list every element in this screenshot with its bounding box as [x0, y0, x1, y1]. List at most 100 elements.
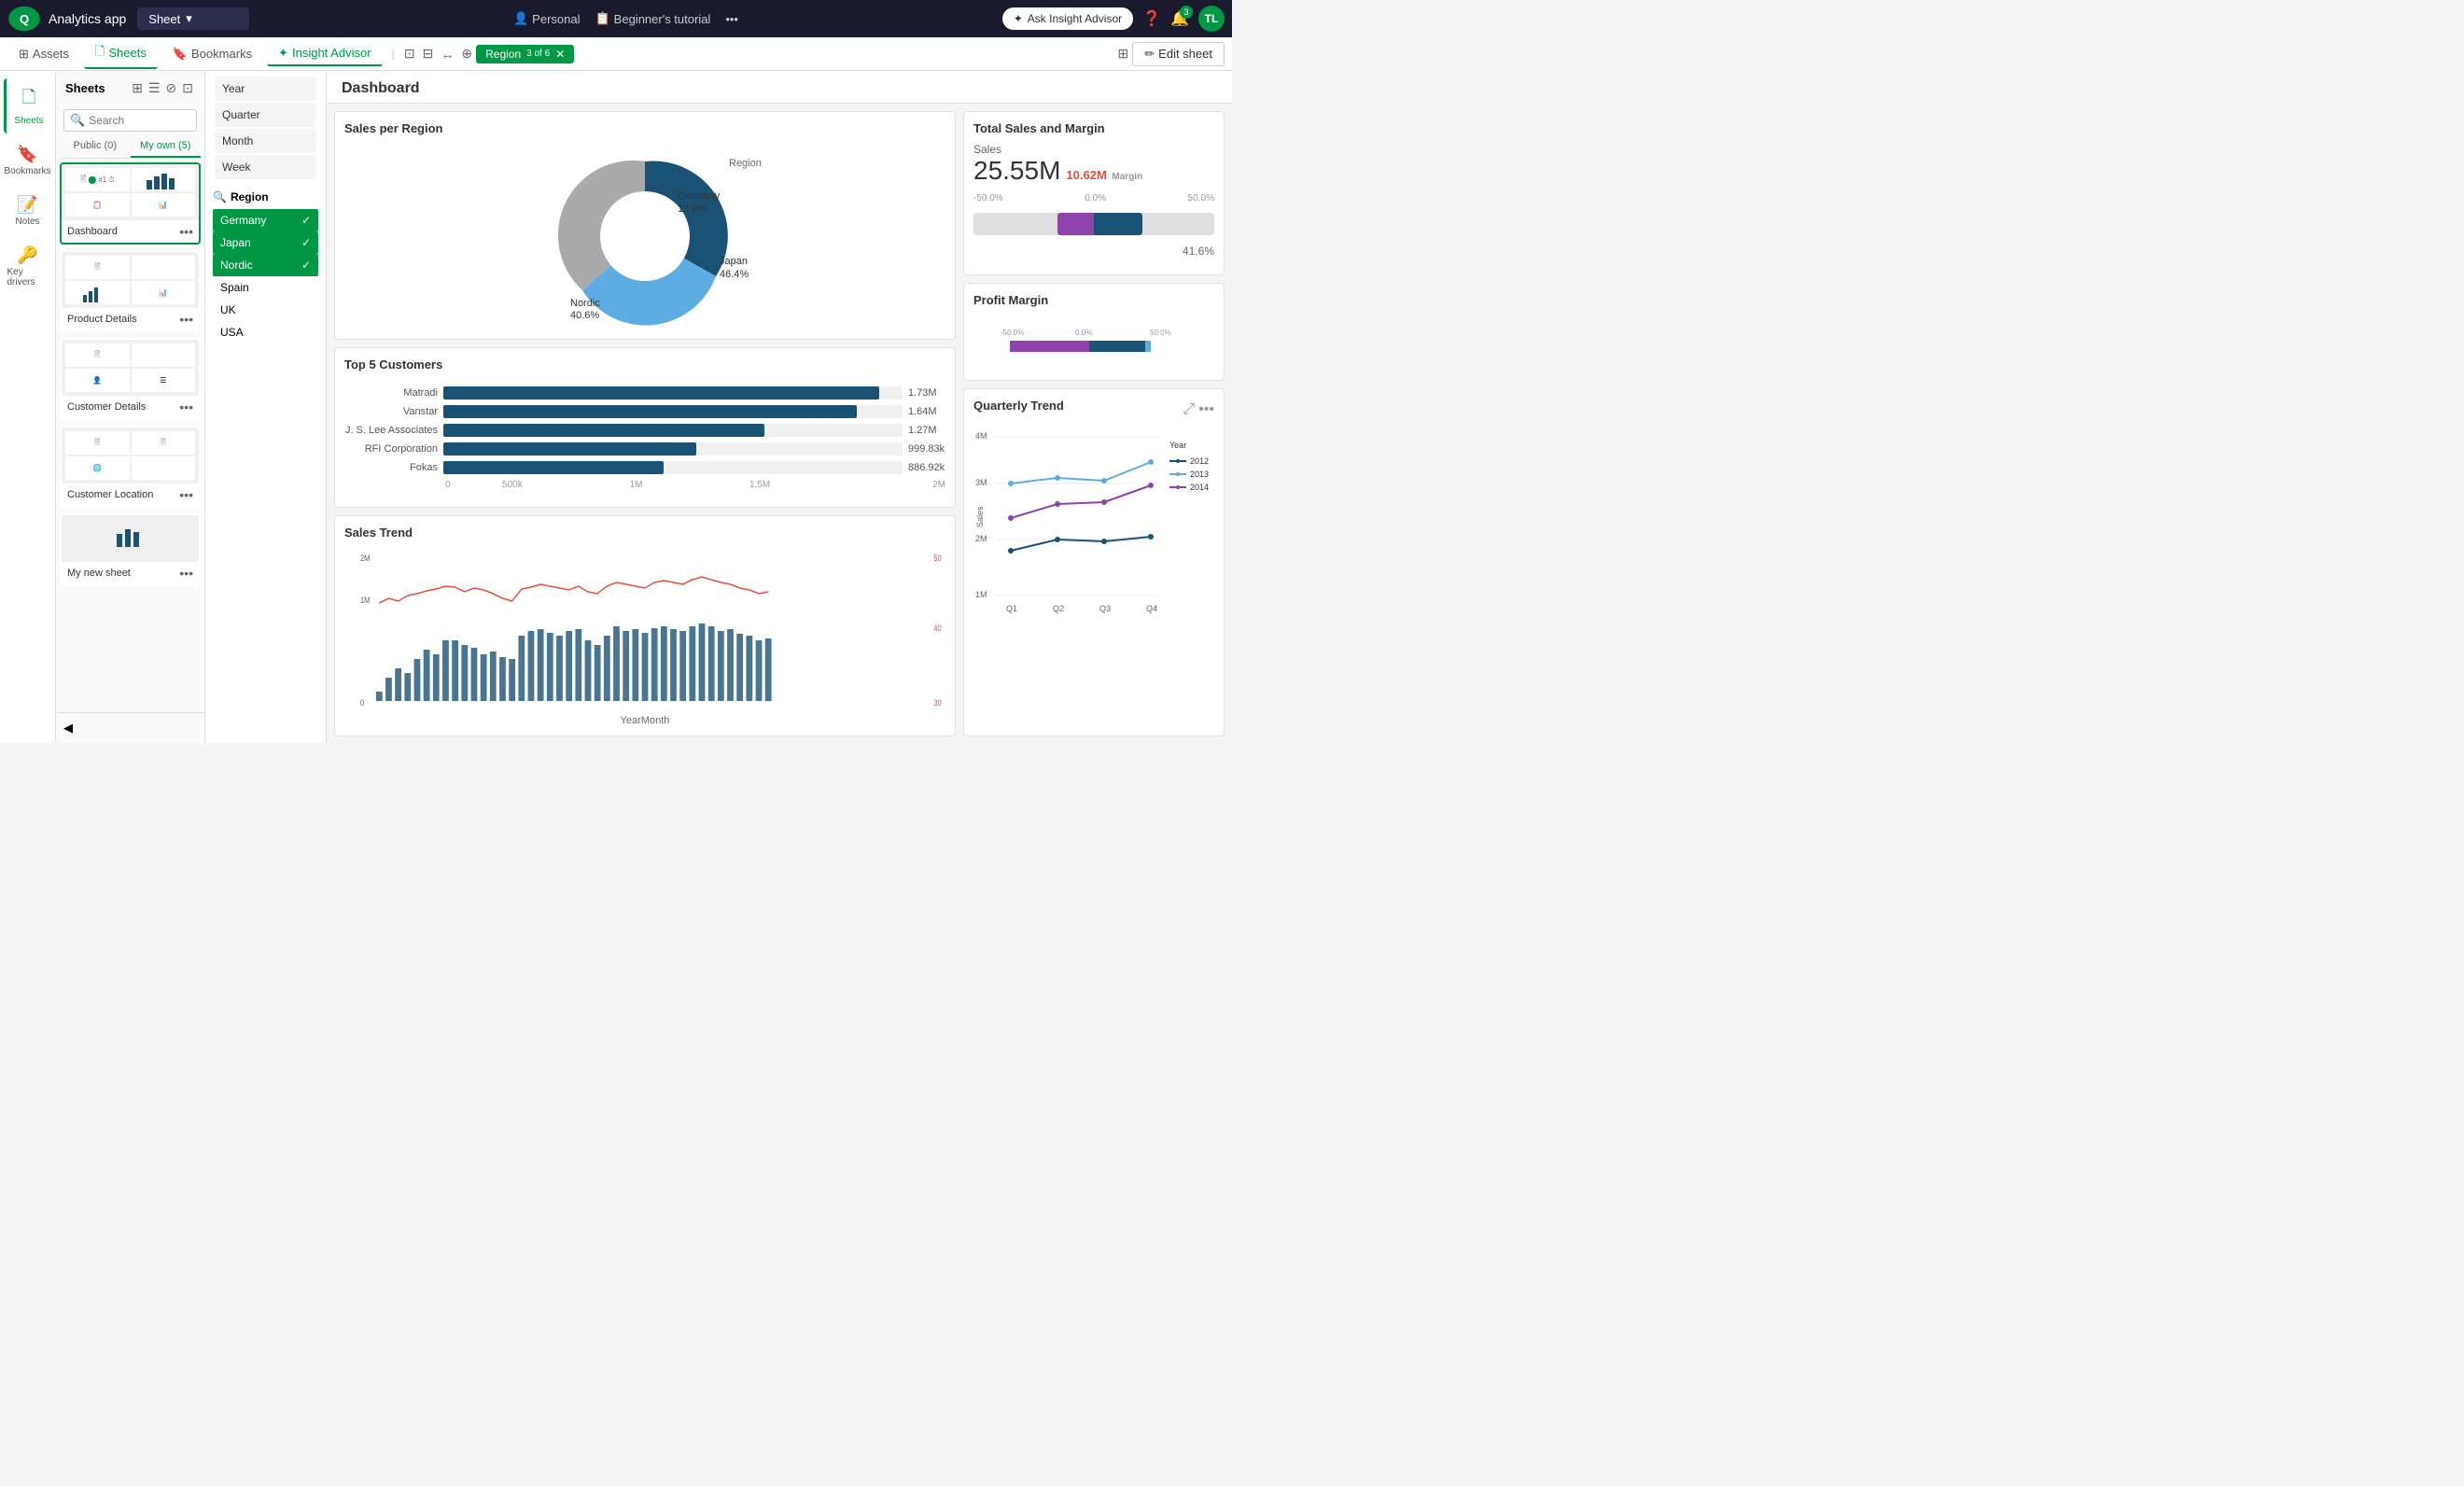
sheet-card-location[interactable]: 🖹 🖹 🌐 Customer Location ••• — [60, 426, 201, 508]
region-item-japan[interactable]: Japan ✓ — [213, 231, 318, 254]
drilldown-month[interactable]: Month — [215, 129, 316, 153]
expand-chart-button[interactable]: ⤢ — [1183, 401, 1195, 418]
region-item-spain[interactable]: Spain — [213, 276, 318, 299]
svg-text:3M: 3M — [975, 478, 987, 487]
sheet-footer-customer: Customer Details ••• — [62, 396, 199, 418]
profit-margin-title: Profit Margin — [973, 293, 1048, 307]
bar-item-2: J. S. Lee Associates 1.27M — [344, 424, 945, 437]
bar-item-3: RFI Corporation 999.83k — [344, 442, 945, 456]
svg-text:Q2: Q2 — [1053, 604, 1064, 613]
sheet-card-dashboard[interactable]: 🖹⬤#1⏱ 📋 📊 Dashboard — [60, 162, 201, 245]
sheet-footer-dashboard: Dashboard ••• — [62, 220, 199, 243]
main-layout: 🗋 Sheets 🔖 Bookmarks 📝 Notes 🔑 Key drive… — [0, 71, 1232, 743]
bar-item-0: Matradi 1.73M — [344, 386, 945, 400]
sheet-name-location: Customer Location — [67, 489, 153, 500]
sheet-menu-new[interactable]: ••• — [179, 566, 193, 581]
quarterly-trend-card: Quarterly Trend ⤢ ••• 4M 3M 2M 1M — [963, 388, 1225, 736]
topbar-center: 👤 Personal 📋 Beginner's tutorial ••• — [257, 11, 994, 26]
sheets-search-box[interactable]: 🔍 — [63, 109, 197, 132]
check-icon: ✓ — [301, 259, 311, 272]
sheet-menu-dashboard[interactable]: ••• — [179, 224, 193, 239]
sheets-tabs: Public (0) My own (5) — [60, 135, 201, 159]
sales-label: Sales — [973, 143, 1142, 156]
myown-tab[interactable]: My own (5) — [131, 135, 202, 158]
margin-pct: 41.6% — [973, 245, 1214, 258]
assets-tab[interactable]: ⊞Assets — [7, 43, 80, 65]
svg-text:Germany: Germany — [678, 190, 721, 202]
sheets-panel-header: Sheets ⊞ ☰ ⊘ ⊡ — [56, 71, 204, 105]
notification-icon[interactable]: 🔔3 — [1170, 9, 1189, 28]
quarterly-trend-chart: 4M 3M 2M 1M Q1 Q2 Q3 — [973, 420, 1216, 625]
region-filter-badge[interactable]: Region 3 of 6 ✕ — [476, 45, 574, 63]
svg-text:1M: 1M — [975, 590, 987, 599]
sheet-footer-new: My new sheet ••• — [62, 562, 199, 584]
sales-per-region-title: Sales per Region — [344, 121, 945, 135]
svg-text:40: 40 — [933, 623, 942, 633]
avatar[interactable]: TL — [1198, 6, 1225, 32]
insight-icon: ✦ — [1014, 12, 1023, 25]
filter-view-button[interactable]: ⊘ — [164, 78, 179, 98]
sheet-dropdown[interactable]: Sheet ▾ — [137, 7, 249, 30]
bar-item-4: Fokas 886.92k — [344, 461, 945, 474]
chart-menu-button[interactable]: ••• — [1198, 401, 1214, 418]
expand-button[interactable]: ⊡ — [180, 78, 195, 98]
collapse-icon: ◀ — [63, 721, 73, 736]
sheet-preview-new — [62, 515, 199, 562]
sheet-preview-product: 🖹 📊 — [62, 252, 199, 308]
svg-text:50.0%: 50.0% — [1150, 329, 1171, 337]
sidebar-item-notes[interactable]: 📝 Notes — [4, 188, 52, 234]
svg-text:2M: 2M — [975, 534, 987, 543]
sheet-footer-location: Customer Location ••• — [62, 484, 199, 506]
topbar: Q Analytics app Sheet ▾ 👤 Personal 📋 Beg… — [0, 0, 1232, 37]
sheets-tab[interactable]: 🗋Sheets — [84, 39, 158, 69]
sheets-list: 🖹⬤#1⏱ 📋 📊 Dashboard — [56, 159, 204, 712]
sheet-card-product[interactable]: 🖹 📊 Product Details ••• — [60, 250, 201, 332]
sheet-menu-location[interactable]: ••• — [179, 487, 193, 502]
drilldown-year[interactable]: Year — [215, 77, 316, 101]
drilldown-quarter[interactable]: Quarter — [215, 103, 316, 127]
region-item-usa[interactable]: USA — [213, 321, 318, 343]
edit-sheet-button[interactable]: ✏ Edit sheet — [1132, 42, 1225, 66]
sidebar-item-sheets[interactable]: 🗋 Sheets — [4, 78, 52, 133]
region-item-uk[interactable]: UK — [213, 299, 318, 321]
svg-text:-50.0%: -50.0% — [1001, 329, 1024, 337]
total-sales-card: Total Sales and Margin Sales 25.55M 10.6… — [963, 111, 1225, 275]
app-name: Analytics app — [49, 11, 126, 26]
sidebar-item-bookmarks[interactable]: 🔖 Bookmarks — [4, 137, 52, 184]
grid-view-button[interactable]: ⊞ — [130, 78, 145, 98]
svg-text:50: 50 — [933, 553, 942, 563]
search-small-icon: 🔍 — [213, 190, 227, 203]
margin-value: 10.62M Margin — [1066, 168, 1142, 182]
svg-text:Q1: Q1 — [1006, 604, 1017, 613]
svg-text:4M: 4M — [975, 431, 987, 441]
region-item-germany[interactable]: Germany ✓ — [213, 209, 318, 231]
ask-insight-button[interactable]: ✦ Ask Insight Advisor — [1002, 7, 1133, 30]
drilldown-week[interactable]: Week — [215, 155, 316, 179]
check-icon: ✓ — [301, 214, 311, 227]
bookmarks-tab[interactable]: 🔖Bookmarks — [161, 43, 263, 65]
list-view-button[interactable]: ☰ — [147, 78, 162, 98]
public-tab[interactable]: Public (0) — [60, 135, 131, 158]
svg-text:2014: 2014 — [1190, 483, 1209, 492]
sheets-icon: 🗋 — [22, 86, 35, 114]
collapse-sidebar-button[interactable]: ◀ — [56, 712, 204, 743]
svg-text:2012: 2012 — [1190, 456, 1209, 466]
sheet-menu-customer[interactable]: ••• — [179, 400, 193, 414]
svg-text:1M: 1M — [360, 595, 371, 605]
help-icon[interactable]: ❓ — [1142, 9, 1161, 28]
sheet-card-new[interactable]: My new sheet ••• — [60, 513, 201, 586]
region-item-nordic[interactable]: Nordic ✓ — [213, 254, 318, 276]
sheet-menu-product[interactable]: ••• — [179, 312, 193, 327]
tutorial-link[interactable]: 📋 Beginner's tutorial — [595, 11, 710, 26]
insight-advisor-tab[interactable]: ✦Insight Advisor — [267, 42, 382, 66]
sheets-search-input[interactable] — [89, 114, 190, 127]
sheet-card-customer[interactable]: 🖹 👤 ☰ Customer Details ••• — [60, 338, 201, 420]
bar-item-1: Vanstar 1.64M — [344, 405, 945, 418]
sheet-name-dashboard: Dashboard — [67, 226, 118, 237]
svg-text:2M: 2M — [360, 553, 371, 563]
total-sales-title: Total Sales and Margin — [973, 121, 1142, 135]
personal-link[interactable]: 👤 Personal — [513, 11, 581, 26]
sidebar-item-key-drivers[interactable]: 🔑 Key drivers — [4, 238, 52, 295]
sales-trend-chart: 2M 1M 0 50 40 30 — [344, 547, 945, 715]
topbar-right: ✦ Ask Insight Advisor ❓ 🔔3 TL — [1002, 6, 1225, 32]
